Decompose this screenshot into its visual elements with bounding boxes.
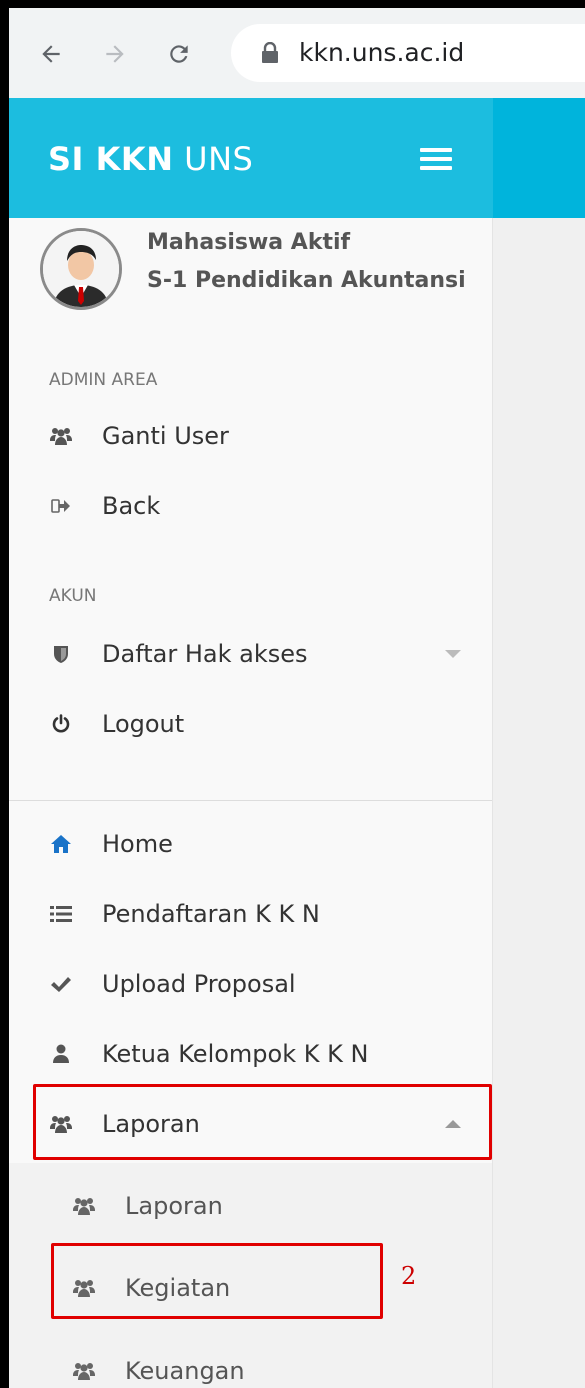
menu-item-ganti-user[interactable]: Ganti User	[9, 408, 492, 464]
menu-item-label: Logout	[102, 710, 185, 738]
menu-item-label: Daftar Hak akses	[102, 640, 308, 668]
menu-item-label: Keuangan	[125, 1357, 245, 1385]
menu-item-ketua-kelompok[interactable]: Ketua Kelompok K K N	[9, 1026, 492, 1082]
menu-item-label: Ketua Kelompok K K N	[102, 1040, 369, 1068]
avatar	[40, 228, 122, 310]
users-icon	[72, 1359, 96, 1383]
menu-item-label: Back	[102, 492, 161, 520]
main-content-area	[493, 218, 585, 1388]
menu-item-label: Home	[102, 830, 173, 858]
app-header: SI KKN UNS	[9, 98, 585, 218]
brand-box: SI KKN UNS	[9, 98, 493, 218]
url-text: kkn.uns.ac.id	[299, 38, 465, 67]
akun-label: AKUN	[49, 586, 97, 606]
brand-bold: SI KKN	[48, 140, 174, 178]
hamburger-menu-icon[interactable]	[420, 148, 452, 172]
menu-item-label: Laporan	[125, 1192, 223, 1220]
menu-item-logout[interactable]: Logout	[9, 696, 492, 752]
lock-icon	[261, 41, 279, 68]
back-arrow-icon[interactable]	[35, 38, 67, 70]
users-icon	[49, 424, 73, 448]
home-icon	[49, 832, 73, 856]
highlight-box-1	[33, 1084, 492, 1160]
list-icon	[49, 902, 73, 926]
browser-toolbar: kkn.uns.ac.id	[9, 8, 585, 99]
power-icon	[49, 712, 73, 736]
submenu-item-laporan[interactable]: Laporan	[9, 1178, 492, 1234]
sign-out-icon	[49, 494, 73, 518]
shield-icon	[49, 642, 73, 666]
address-bar[interactable]: kkn.uns.ac.id	[231, 24, 585, 82]
submenu-item-keuangan[interactable]: Keuangan	[9, 1343, 492, 1388]
menu-item-home[interactable]: Home	[9, 816, 492, 872]
menu-item-label: Ganti User	[102, 422, 229, 450]
forward-arrow-icon[interactable]	[99, 38, 131, 70]
admin-area-label: ADMIN AREA	[49, 370, 158, 390]
user-name: Mahasiswa Aktif	[147, 230, 351, 255]
user-program: S-1 Pendidikan Akuntansi	[147, 268, 466, 293]
chevron-down-icon	[445, 650, 461, 658]
highlight-box-2	[51, 1243, 383, 1319]
sidebar: Mahasiswa Aktif S-1 Pendidikan Akuntansi…	[9, 218, 524, 1388]
menu-item-daftar-hak-akses[interactable]: Daftar Hak akses	[9, 626, 492, 682]
menu-item-back[interactable]: Back	[9, 478, 492, 534]
reload-icon[interactable]	[163, 38, 195, 70]
users-icon	[72, 1194, 96, 1218]
user-icon	[49, 1042, 73, 1066]
app-brand[interactable]: SI KKN UNS	[48, 140, 253, 178]
check-icon	[49, 972, 73, 996]
browser-window: kkn.uns.ac.id SI KKN UNS Mahasiswa Aktif…	[9, 8, 585, 1388]
menu-item-upload-proposal[interactable]: Upload Proposal	[9, 956, 492, 1012]
menu-item-label: Upload Proposal	[102, 970, 296, 998]
sidebar-divider	[9, 800, 492, 801]
annotation-number-2: 2	[401, 1262, 417, 1290]
brand-light: UNS	[184, 140, 254, 178]
menu-item-label: Pendaftaran K K N	[102, 900, 320, 928]
menu-item-pendaftaran[interactable]: Pendaftaran K K N	[9, 886, 492, 942]
